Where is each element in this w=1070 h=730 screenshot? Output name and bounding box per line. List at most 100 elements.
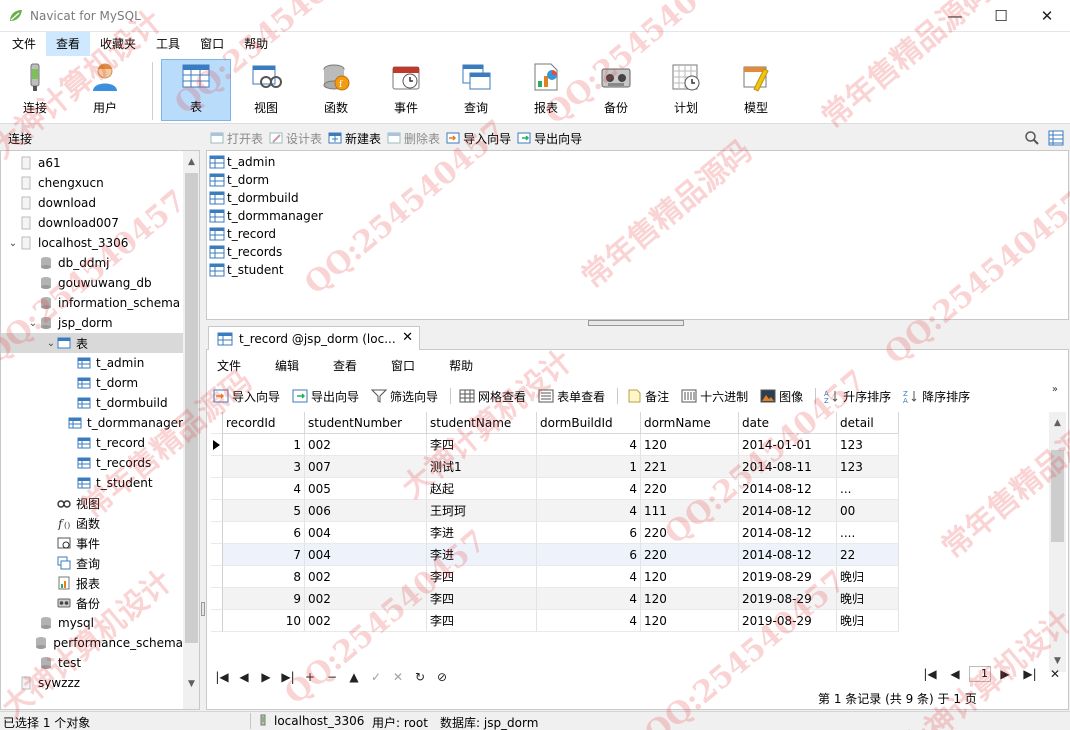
row-indicator[interactable] bbox=[211, 588, 223, 610]
tree-item-db_ddmj[interactable]: db_ddmj bbox=[1, 253, 183, 273]
grid-scroll-thumb[interactable] bbox=[1051, 450, 1064, 542]
next-page-icon[interactable]: ▶ bbox=[994, 667, 1016, 681]
tab-t-record[interactable]: t_record @jsp_dorm (loc... ✕ bbox=[208, 326, 420, 351]
view-button[interactable]: 视图 bbox=[231, 59, 301, 121]
table-row[interactable]: 8 002 李四 4 120 2019-08-29 晚归 bbox=[211, 566, 899, 588]
user-button[interactable]: 用户 bbox=[70, 59, 140, 121]
cell-dormName[interactable]: 120 bbox=[641, 588, 739, 610]
search-icon[interactable] bbox=[1024, 130, 1040, 146]
cell-date[interactable]: 2014-01-01 bbox=[739, 434, 837, 456]
cell-studentNumber[interactable]: 002 bbox=[305, 588, 427, 610]
tree-item-information_schema[interactable]: information_schema bbox=[1, 293, 183, 313]
import-wizard-button[interactable]: 导入向导 bbox=[446, 130, 511, 147]
table-row[interactable]: 3 007 测试1 1 221 2014-08-11 123 bbox=[211, 456, 899, 478]
row-indicator[interactable] bbox=[211, 544, 223, 566]
query-button[interactable]: 查询 bbox=[441, 59, 511, 121]
new-table-button[interactable]: 新建表 bbox=[328, 130, 381, 147]
cell-recordId[interactable]: 9 bbox=[223, 588, 305, 610]
maximize-button[interactable]: ☐ bbox=[978, 0, 1024, 32]
table-row[interactable]: 10 002 李四 4 120 2019-08-29 晚归 bbox=[211, 610, 899, 632]
cell-studentName[interactable]: 李进 bbox=[427, 522, 537, 544]
cell-studentNumber[interactable]: 002 bbox=[305, 566, 427, 588]
first-record-icon[interactable]: |◀ bbox=[211, 670, 233, 684]
cell-dormBuildId[interactable]: 4 bbox=[537, 566, 641, 588]
tree-item-backup[interactable]: 备份 bbox=[1, 593, 183, 613]
page-settings-icon[interactable]: ✕ bbox=[1044, 667, 1066, 681]
cell-recordId[interactable]: 3 bbox=[223, 456, 305, 478]
grid-view-button[interactable]: 网格查看 bbox=[459, 388, 526, 405]
cell-dormBuildId[interactable]: 6 bbox=[537, 522, 641, 544]
tree-item-view[interactable]: 视图 bbox=[1, 493, 183, 513]
move-up-icon[interactable]: ▲ bbox=[343, 670, 365, 684]
table-row[interactable]: 7 004 李进 6 220 2014-08-12 22 bbox=[211, 544, 899, 566]
cell-studentNumber[interactable]: 005 bbox=[305, 478, 427, 500]
cell-detail[interactable]: ... bbox=[837, 478, 899, 500]
tree-item-query[interactable]: 查询 bbox=[1, 553, 183, 573]
cell-studentName[interactable]: 李四 bbox=[427, 610, 537, 632]
schedule-button[interactable]: 计划 bbox=[651, 59, 721, 121]
model-button[interactable]: 模型 bbox=[721, 59, 791, 121]
tree-item-test[interactable]: test bbox=[1, 653, 183, 673]
object-item-t_dormbuild[interactable]: t_dormbuild bbox=[209, 189, 299, 207]
tree-item-t_student[interactable]: t_student bbox=[1, 473, 183, 493]
object-item-t_student[interactable]: t_student bbox=[209, 261, 284, 279]
menu-favorites[interactable]: 收藏夹 bbox=[90, 32, 146, 56]
grid-scroll-up-icon[interactable]: ▲ bbox=[1049, 414, 1066, 431]
row-indicator[interactable] bbox=[211, 456, 223, 478]
column-header-dormBuildId[interactable]: dormBuildId bbox=[537, 412, 641, 434]
delete-table-button[interactable]: 删除表 bbox=[387, 130, 440, 147]
editor-menu-help[interactable]: 帮助 bbox=[439, 356, 485, 376]
cell-detail[interactable]: 123 bbox=[837, 434, 899, 456]
cell-dormBuildId[interactable]: 4 bbox=[537, 588, 641, 610]
table-button[interactable]: 表 bbox=[161, 59, 231, 121]
cell-date[interactable]: 2014-08-12 bbox=[739, 522, 837, 544]
table-row[interactable]: 5 006 王珂珂 4 111 2014-08-12 00 bbox=[211, 500, 899, 522]
cell-date[interactable]: 2014-08-12 bbox=[739, 544, 837, 566]
sort-desc-button[interactable]: ZA 降序排序 bbox=[903, 388, 970, 405]
scroll-up-arrow-icon[interactable]: ▲ bbox=[183, 153, 199, 170]
cell-studentNumber[interactable]: 006 bbox=[305, 500, 427, 522]
column-header-recordId[interactable]: recordId bbox=[223, 412, 305, 434]
tree-item-t_dormbuild[interactable]: t_dormbuild bbox=[1, 393, 183, 413]
cell-studentName[interactable]: 李四 bbox=[427, 434, 537, 456]
row-indicator[interactable] bbox=[211, 478, 223, 500]
cell-detail[interactable]: 22 bbox=[837, 544, 899, 566]
table-row[interactable]: 1 002 李四 4 120 2014-01-01 123 bbox=[211, 434, 899, 456]
editor-menu-window[interactable]: 窗口 bbox=[381, 356, 427, 376]
tree-item-t_admin[interactable]: t_admin bbox=[1, 353, 183, 373]
cell-date[interactable]: 2019-08-29 bbox=[739, 566, 837, 588]
first-page-icon[interactable]: |◀ bbox=[919, 667, 941, 681]
row-indicator[interactable] bbox=[211, 610, 223, 632]
cell-dormName[interactable]: 220 bbox=[641, 478, 739, 500]
discard-changes-icon[interactable]: ✕ bbox=[387, 670, 409, 684]
tree-scroll-thumb[interactable] bbox=[185, 173, 198, 643]
column-header-date[interactable]: date bbox=[739, 412, 837, 434]
row-indicator[interactable] bbox=[211, 522, 223, 544]
scroll-down-arrow-icon[interactable]: ▼ bbox=[183, 675, 199, 692]
tree-item-t_record[interactable]: t_record bbox=[1, 433, 183, 453]
report-button[interactable]: 报表 bbox=[511, 59, 581, 121]
row-indicator[interactable] bbox=[211, 500, 223, 522]
minimize-button[interactable]: — bbox=[932, 0, 978, 32]
table-row[interactable]: 6 004 李进 6 220 2014-08-12.... bbox=[211, 522, 899, 544]
image-button[interactable]: 图像 bbox=[760, 388, 803, 405]
cell-dormName[interactable]: 120 bbox=[641, 610, 739, 632]
cell-studentName[interactable]: 李四 bbox=[427, 566, 537, 588]
cell-dormName[interactable]: 220 bbox=[641, 544, 739, 566]
cell-studentName[interactable]: 赵起 bbox=[427, 478, 537, 500]
table-row[interactable]: 9 002 李四 4 120 2019-08-29 晚归 bbox=[211, 588, 899, 610]
row-indicator[interactable] bbox=[211, 434, 223, 456]
tree-item-localhost_3306[interactable]: ⌄ localhost_3306 bbox=[1, 233, 183, 253]
delete-record-icon[interactable]: − bbox=[321, 670, 343, 684]
cell-dormName[interactable]: 221 bbox=[641, 456, 739, 478]
cell-studentName[interactable]: 王珂珂 bbox=[427, 500, 537, 522]
cell-recordId[interactable]: 6 bbox=[223, 522, 305, 544]
tree-scrollbar[interactable]: ▲ ▼ bbox=[183, 151, 199, 709]
cell-recordId[interactable]: 10 bbox=[223, 610, 305, 632]
sort-asc-button[interactable]: AZ 升序排序 bbox=[824, 388, 891, 405]
tree-item-chengxucn[interactable]: chengxucn bbox=[1, 173, 183, 193]
cell-recordId[interactable]: 8 bbox=[223, 566, 305, 588]
cell-studentName[interactable]: 李四 bbox=[427, 588, 537, 610]
tree-item-download007[interactable]: download007 bbox=[1, 213, 183, 233]
detail-view-icon[interactable] bbox=[1048, 130, 1064, 146]
